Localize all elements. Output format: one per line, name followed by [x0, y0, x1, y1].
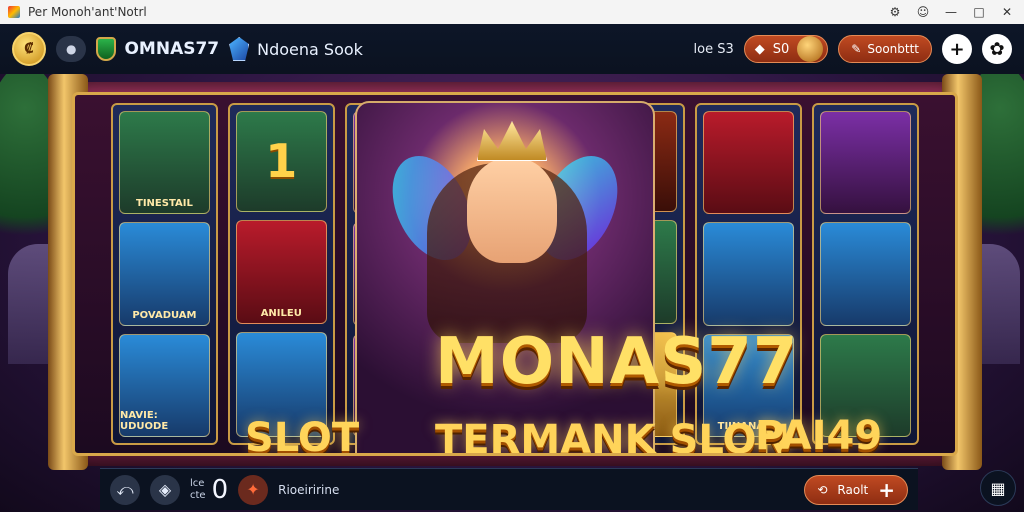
crown-icon [477, 121, 547, 161]
window-maximize-button[interactable]: □ [970, 5, 988, 19]
reel-6: TIJNANAIIG [695, 103, 803, 445]
grid-button[interactable]: ▦ [980, 470, 1016, 506]
reel-6-symbol-1 [703, 111, 795, 215]
count-value: 0 [211, 474, 229, 505]
reel-7 [812, 103, 919, 445]
mode-icon[interactable]: ◈ [150, 474, 180, 505]
book-label: Ndoena Sook [257, 39, 363, 59]
face-icon [467, 158, 557, 263]
fire-icon[interactable]: ✦ [238, 474, 269, 505]
reel-1: TINESTAIL POVADUAM NAVIE: UDUODE [111, 103, 218, 445]
reel-1-symbol-3: NAVIE: UDUODE [119, 333, 210, 437]
small-stat-top: lce [190, 477, 205, 489]
status-pill[interactable]: ● [56, 36, 87, 62]
top-bar: ₡ ● OMNAS77 Ndoena Sook loe S3 ◆ S0 ✎ So… [0, 24, 1024, 74]
reel-7-symbol-2 [820, 222, 911, 326]
wallet-balance[interactable]: ◆ S0 [743, 35, 829, 63]
reel-2-symbol-3 [235, 332, 327, 438]
reel-1-symbol-2: POVADUAM [119, 222, 210, 326]
info-status: loe S3 [694, 42, 734, 57]
app-logo-icon [8, 6, 20, 18]
reset-plus-icon: + [878, 477, 895, 502]
coin-icon [797, 36, 824, 62]
reel-2: 1 ANILEU [227, 103, 335, 445]
signup-icon: ✎ [851, 42, 862, 56]
reset-label: Raolt [837, 482, 869, 497]
window-titlebar: Per Monoh'ant'Notrl ⚙ ☺ — □ ✕ [0, 0, 1024, 24]
reel-2-symbol-2: ANILEU [235, 219, 327, 325]
slot-frame: TINESTAIL POVADUAM NAVIE: UDUODE 1 ANILE… [48, 74, 982, 470]
settings-button[interactable]: ✿ [982, 34, 1012, 64]
window-control-settings-icon[interactable]: ⚙ [886, 5, 904, 19]
brand-name: OMNAS77 [124, 39, 220, 59]
reel-6-symbol-3: TIJNANAIIG [703, 333, 795, 437]
reset-icon: ⟲ [817, 482, 828, 497]
wallet-icon: ◆ [754, 41, 765, 57]
reel-7-symbol-1 [820, 111, 911, 215]
add-button[interactable]: + [942, 34, 972, 64]
reel-2-symbol-1: 1 [235, 111, 327, 212]
reset-button[interactable]: ⟲ Raolt + [804, 474, 908, 505]
window-title: Per Monoh'ant'Notrl [28, 5, 147, 19]
signup-button[interactable]: ✎ Soonbttt [838, 35, 932, 63]
small-stats: lce cte [190, 478, 206, 502]
bottom-bar: ⤺ ◈ lce cte 0 ✦ Rioeiririne ⟲ Raolt + [100, 468, 918, 510]
brand[interactable]: OMNAS77 [96, 37, 219, 61]
window-controls: ⚙ ☺ — □ ✕ [886, 5, 1016, 19]
small-stat-bottom: cte [190, 489, 206, 501]
back-icon[interactable]: ⤺ [110, 474, 140, 505]
slot-frame-inner: TINESTAIL POVADUAM NAVIE: UDUODE 1 ANILE… [72, 92, 958, 456]
game-stage: ₡ ● OMNAS77 Ndoena Sook loe S3 ◆ S0 ✎ So… [0, 24, 1024, 512]
reel-6-symbol-2 [703, 222, 795, 326]
book-link[interactable]: Ndoena Sook [229, 37, 363, 61]
reel-7-symbol-3 [820, 333, 911, 437]
signup-label: Soonbttt [867, 42, 919, 56]
window-close-button[interactable]: ✕ [998, 5, 1016, 19]
center-character-art [355, 101, 655, 453]
reel-1-symbol-1: TINESTAIL [119, 111, 210, 215]
wallet-value: S0 [772, 41, 790, 57]
window-minimize-button[interactable]: — [942, 5, 960, 19]
window-control-profile-icon[interactable]: ☺ [914, 5, 932, 19]
gem-icon [229, 37, 250, 61]
home-coin-button[interactable]: ₡ [12, 32, 46, 66]
info-text: loe S3 [693, 41, 734, 57]
bottom-description: Rioeiririne [278, 482, 340, 497]
brand-shield-icon [96, 37, 117, 61]
